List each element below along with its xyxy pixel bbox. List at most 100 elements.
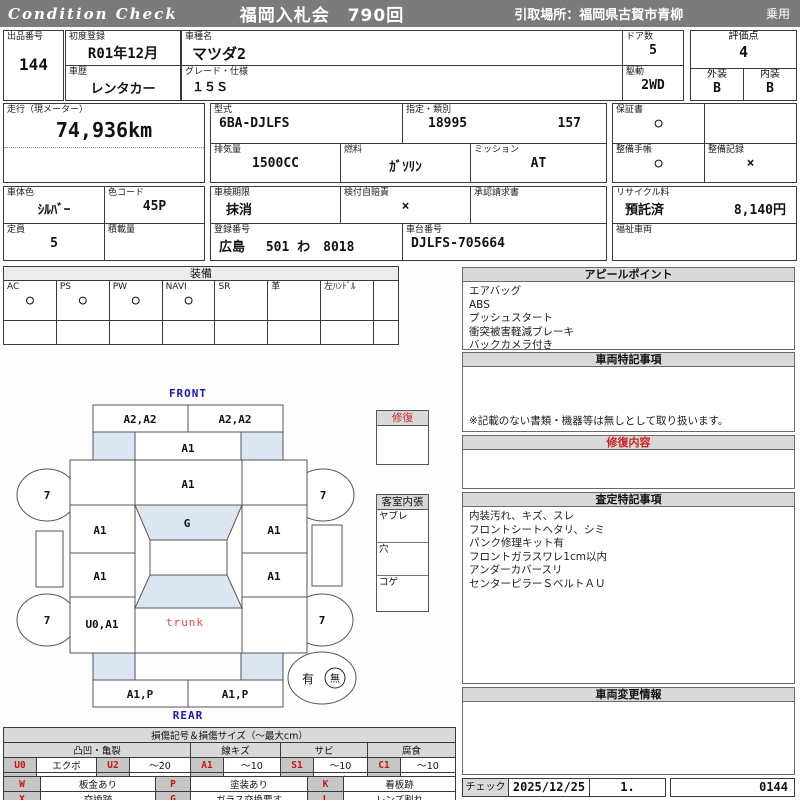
warranty: 保証書 ○ (613, 104, 705, 143)
recycle-fee: リサイクル料 預託済 8,140円 (613, 187, 796, 224)
appeal-panel: アピールポイント エアバッグ ABS プッシュスタート 衝突被害軽減ブレーキ バ… (462, 267, 795, 351)
lot-number-label: 出品番号 (7, 32, 44, 42)
repair-flag-title: 修復 (377, 411, 428, 426)
blank-cell (705, 104, 796, 143)
plate-number: 登録番号 広島 501 わ 8018 (211, 224, 403, 260)
vehicle-notes-panel: 車両特記事項 ※記載のない書類・機器等は無しとして取り扱います。 (462, 352, 795, 432)
equip-sr: SR (215, 281, 269, 320)
roof (149, 539, 228, 576)
assessment-line: パンク修理キット有 (469, 537, 565, 549)
legend-title: 損傷記号＆損傷サイズ（～最大cm） (2, 727, 457, 743)
assessment-line: アンダーカバースリ (469, 564, 563, 576)
exterior-grade: 外装 B (691, 69, 744, 100)
transmission: ミッション AT (474, 145, 547, 171)
damage-front-bumper-right: A2,A2 (218, 413, 251, 426)
fuel: 燃料 ｶﾞｿﾘﾝ (341, 144, 471, 182)
equip-navi: NAVI ○ (163, 281, 216, 320)
title-bar: Condition Check 福岡入札会 790回 引取場所：福岡県古賀市青柳… (0, 0, 800, 27)
damage-left-fender: A1 (93, 524, 107, 537)
mileage-cell: 走行（現メーター） 74,936km (3, 103, 205, 183)
spec-cell: 型式 6BA-DJLFS 指定・類別 18995 157 排気量 1500CC … (210, 103, 607, 183)
door-count: ドア数 5 (623, 31, 683, 66)
front-corner-right (240, 431, 284, 461)
auction-title: 福岡入札会 790回 (239, 6, 405, 26)
lot-number-cell: 出品番号 144 (3, 30, 64, 101)
documents-cell: 保証書 ○ 整備手帳 ○ 整備記録 × (612, 103, 797, 183)
front-label: FRONT (169, 387, 207, 400)
inspection-registration-cell: 車検期限 抹消 検付自賠責 × 承認請求書 登録番号 広島 501 わ 8018… (210, 186, 607, 261)
spare-tire-mark (287, 651, 357, 705)
repair-content-panel: 修復内容 (462, 435, 795, 489)
rear-corner-right (240, 652, 284, 681)
vehicle-category: 乗用 (765, 7, 790, 21)
damage-left-door: A1 (93, 570, 107, 583)
cabin-row-hole: 穴 (377, 543, 428, 576)
model-grade-cell: 車種名 マツダ2 グレード・仕様 １５Ｓ (181, 30, 623, 101)
welfare-vehicle: 福祉車両 (616, 225, 653, 235)
mileage-value: 74,936km (55, 118, 153, 142)
evaluation-score: 評価点 4 (691, 31, 796, 69)
change-info-title: 車両変更情報 (463, 688, 794, 702)
drive-type: 駆動 2WD (626, 67, 665, 93)
equipment-table: 装備 AC ○ PS ○ PW ○ NAVI ○ SR 革 左ﾊﾝﾄﾞﾙ (3, 266, 399, 345)
damage-hood: A1 (181, 478, 195, 491)
appeal-line: 衝突被害軽減ブレーキ (469, 325, 574, 338)
equip-ps: PS ○ (57, 281, 110, 320)
equip-leather: 革 (268, 281, 322, 320)
maintenance-record: 整備記録 × (708, 145, 755, 171)
assessment-title: 査定特記事項 (463, 493, 794, 507)
displacement: 排気量 1500CC (211, 144, 341, 182)
damage-left-quarter: U0,A1 (85, 618, 118, 631)
designation-classification: 指定・類別 18995 157 (406, 105, 581, 131)
grade-spec: グレード・仕様 １５Ｓ (185, 67, 249, 94)
rear-window (134, 574, 243, 609)
legend-group-dent: 凸凹・亀裂 (3, 742, 191, 758)
payload: 積載量 (108, 225, 136, 235)
color-code: 色コード 45P (108, 188, 167, 214)
damage-legend-mark-table: W板金あり P塗装あり K看板跡 X交換跡 Gガラス交換要す Lレンズ割れ (3, 776, 456, 800)
appeal-line: バックカメラ付き (469, 339, 553, 351)
seating-capacity: 定員 5 (4, 224, 105, 260)
rear-label: REAR (173, 709, 204, 722)
repair-flag-box: 修復 (376, 410, 429, 465)
assessment-line: センターピラーＳベルトＡＵ (469, 577, 606, 590)
tread-front-right: 7 (320, 489, 327, 502)
legend-mark-row: X交換跡 Gガラス交換要す Lレンズ割れ (3, 791, 456, 800)
front-corner-left (92, 431, 136, 461)
equip-pw: PW ○ (110, 281, 163, 320)
damage-front-bumper-left: A2,A2 (123, 413, 156, 426)
recycle-welfare-cell: リサイクル料 預託済 8,140円 福祉車両 (612, 186, 797, 261)
check-date: 2025/12/25 (512, 780, 586, 794)
rear-corner-left (92, 652, 136, 681)
pickup-location: 引取場所：福岡県古賀市青柳 (514, 8, 684, 23)
cabin-lining-title: 客室内張 (377, 495, 428, 510)
assessment-line: フロントガラスワレ1cm以内 (469, 550, 607, 563)
interior-grade: 内装 B (760, 69, 780, 96)
tread-front-left: 7 (44, 489, 51, 502)
body-color: 車体色 ｼﾙﾊﾞｰ (4, 187, 105, 223)
model-code: 型式 6BA-DJLFS (211, 104, 403, 143)
chassis-number: 車台番号 DJLFS-705664 (406, 225, 505, 251)
tread-rear-left: 7 (44, 614, 51, 627)
spare-yes-label: 有 (302, 672, 314, 686)
assessment-line: 内装汚れ、キズ、スレ (469, 510, 575, 522)
check-sequence: 1. (589, 779, 665, 796)
tread-rear-right: 7 (319, 614, 326, 627)
tire-right (311, 524, 343, 587)
vehicle-notes-title: 車両特記事項 (463, 353, 794, 367)
tire-left (35, 530, 64, 588)
legend-mark-row: W 板金あり P 塗装あり K 看板跡 (3, 776, 456, 792)
auction-condition-sheet: Condition Check 福岡入札会 790回 引取場所：福岡県古賀市青柳… (0, 0, 800, 800)
score-cell: 評価点 4 外装 B 内装 B (690, 30, 797, 101)
damage-right-door: A1 (267, 570, 281, 583)
appeal-line: エアバッグ (469, 285, 522, 297)
lot-number-value: 144 (19, 55, 48, 74)
appeal-line: ABS (469, 298, 490, 311)
equipment-title: 装備 (4, 267, 398, 281)
spare-no-label: 無 (330, 672, 340, 685)
inspection-expiry: 車検期限 抹消 (211, 187, 341, 223)
damage-rear-bumper-left: A1,P (127, 688, 154, 701)
check-number: 0144 (670, 778, 795, 797)
appeal-title: アピールポイント (463, 268, 794, 282)
repair-content-title: 修復内容 (463, 436, 794, 450)
